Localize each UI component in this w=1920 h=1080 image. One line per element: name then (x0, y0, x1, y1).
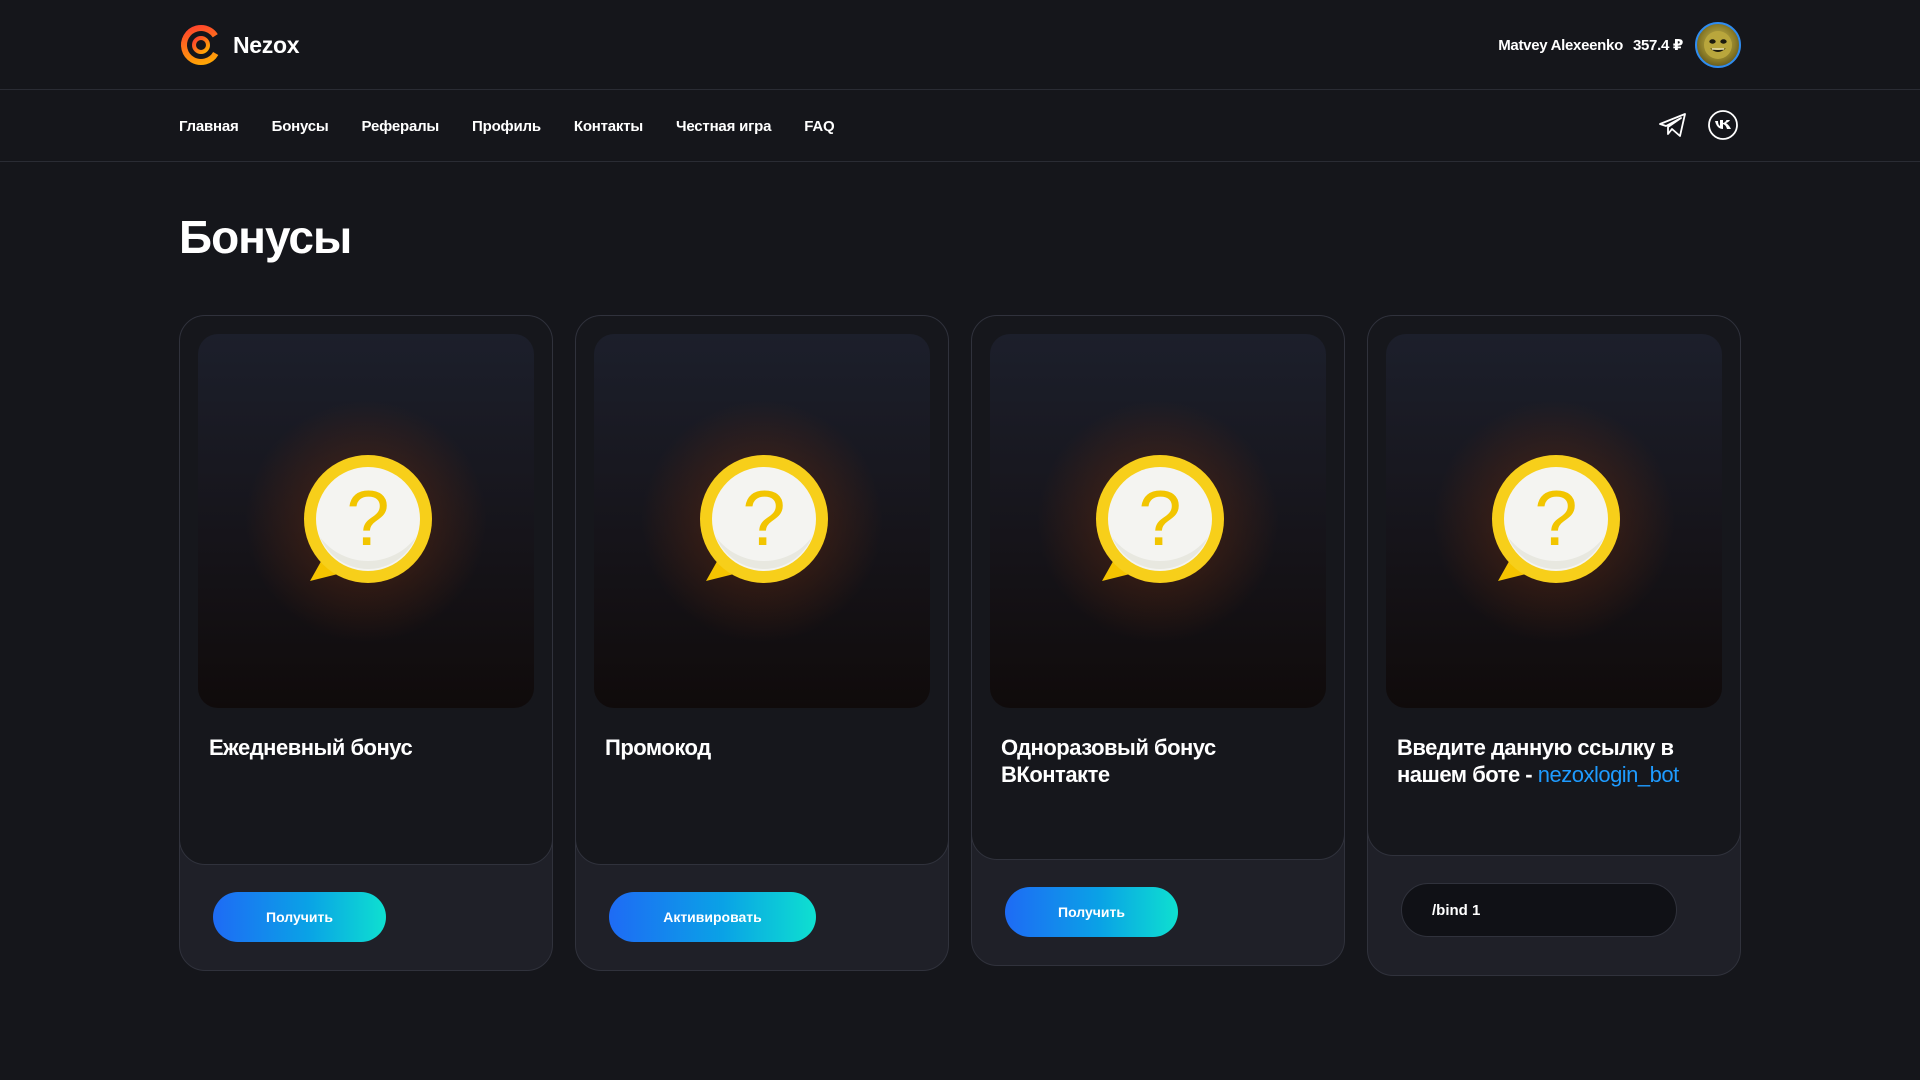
user-balance: 357.4 ₽ (1632, 37, 1683, 54)
card-content: ? Промокод (576, 316, 948, 865)
nav-bar: Главная Бонусы Рефералы Профиль Контакты… (0, 90, 1920, 162)
question-bubble-icon: ? (1096, 455, 1224, 583)
logo[interactable]: Nezox (179, 23, 300, 67)
nav-item-home[interactable]: Главная (179, 118, 239, 135)
card-content: ? Ежедневный бонус (180, 316, 552, 865)
get-bonus-button[interactable]: Получить (213, 892, 386, 942)
activate-promocode-button[interactable]: Активировать (609, 892, 816, 942)
telegram-icon[interactable] (1655, 107, 1691, 143)
bot-link[interactable]: nezoxlogin_bot (1538, 762, 1680, 787)
nav-menu: Главная Бонусы Рефералы Профиль Контакты… (179, 90, 868, 162)
nav-item-faq[interactable]: FAQ (804, 118, 834, 135)
avatar-face-icon (1704, 31, 1732, 59)
user-name: Matvey Alexeenko (1498, 36, 1623, 54)
card-content: ? Одноразовый бонус ВКонтакте (972, 316, 1344, 860)
card-title: Одноразовый бонус ВКонтакте (1001, 735, 1216, 787)
page-title: Бонусы (179, 211, 352, 263)
question-bubble-icon: ? (1492, 455, 1620, 583)
nav-item-contacts[interactable]: Контакты (574, 118, 643, 135)
svg-text:?: ? (742, 474, 785, 562)
card-image: ? (990, 334, 1326, 708)
bonus-card-telegram-bind: ? Введите данную ссылку в нашем боте - n… (1367, 315, 1741, 976)
bind-command-field[interactable] (1401, 883, 1677, 937)
get-vk-bonus-button[interactable]: Получить (1005, 887, 1178, 937)
top-bar: Nezox Matvey Alexeenko 357.4 ₽ (0, 0, 1920, 90)
question-bubble-icon: ? (700, 455, 828, 583)
card-content: ? Введите данную ссылку в нашем боте - n… (1368, 316, 1740, 856)
bonus-card-daily: ? Ежедневный бонус Получить (179, 315, 553, 971)
card-image: ? (594, 334, 930, 708)
bonus-card-promocode: ? Промокод Активировать (575, 315, 949, 971)
nav-item-referrals[interactable]: Рефералы (362, 118, 440, 135)
card-title: Промокод (605, 735, 711, 760)
logo-text: Nezox (233, 31, 300, 58)
user-info[interactable]: Matvey Alexeenko 357.4 ₽ (1498, 22, 1741, 68)
vk-icon[interactable] (1705, 107, 1741, 143)
nav-item-bonuses[interactable]: Бонусы (272, 118, 329, 135)
svg-text:?: ? (346, 474, 389, 562)
nav-item-profile[interactable]: Профиль (472, 118, 541, 135)
svg-text:?: ? (1534, 474, 1577, 562)
nezox-logo-icon (181, 25, 221, 65)
card-title: Ежедневный бонус (209, 735, 413, 760)
question-bubble-icon: ? (304, 455, 432, 583)
svg-text:?: ? (1138, 474, 1181, 562)
bonus-card-vk: ? Одноразовый бонус ВКонтакте Получить (971, 315, 1345, 966)
card-title: Введите данную ссылку в нашем боте - nez… (1397, 734, 1717, 788)
nav-item-fair-play[interactable]: Честная игра (676, 118, 771, 135)
card-image: ? (198, 334, 534, 708)
avatar[interactable] (1695, 22, 1741, 68)
social-links (1641, 107, 1741, 143)
card-image: ? (1386, 334, 1722, 708)
